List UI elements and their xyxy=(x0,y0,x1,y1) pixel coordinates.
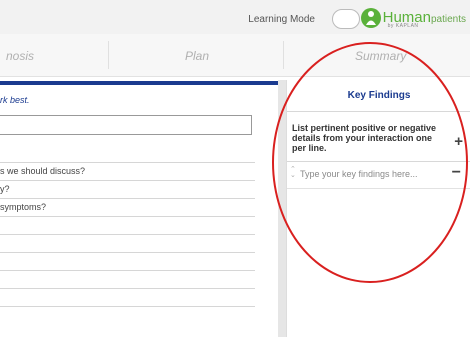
learning-mode-toggle[interactable] xyxy=(332,9,360,29)
questions-panel: rk best. s we should discuss? y? symptom… xyxy=(0,85,278,337)
key-finding-input[interactable] xyxy=(300,167,435,181)
list-item[interactable]: symptoms? xyxy=(0,199,255,217)
list-item[interactable] xyxy=(0,145,255,163)
list-item[interactable] xyxy=(0,271,255,289)
key-findings-instruction: List pertinent positive or negative deta… xyxy=(292,123,437,153)
person-logo-icon xyxy=(360,8,381,28)
tab-summary[interactable]: Summary xyxy=(355,49,406,63)
tab-divider xyxy=(108,41,109,69)
finding-row: ⌃⌄ − xyxy=(287,164,470,186)
divider xyxy=(287,188,470,189)
list-item[interactable] xyxy=(0,289,255,307)
list-item[interactable]: s we should discuss? xyxy=(0,163,255,181)
panel-instruction: rk best. xyxy=(0,95,30,105)
list-item[interactable] xyxy=(0,235,255,253)
panel-splitter[interactable] xyxy=(278,80,286,337)
step-tabs: nosis Plan Summary xyxy=(0,34,470,77)
learning-mode-label: Learning Mode xyxy=(248,14,315,25)
divider xyxy=(287,111,470,112)
question-list: s we should discuss? y? symptoms? xyxy=(0,145,255,307)
add-finding-button[interactable]: + xyxy=(454,133,463,150)
list-item[interactable] xyxy=(0,253,255,271)
logo-byline: by KAPLAN xyxy=(387,23,419,29)
logo-suffix: patients xyxy=(430,13,466,25)
remove-finding-button[interactable]: − xyxy=(452,164,461,182)
divider xyxy=(287,161,470,162)
list-item[interactable] xyxy=(0,217,255,235)
humanpatients-logo: Humanpatients by KAPLAN xyxy=(360,5,466,31)
top-bar: Learning Mode Humanpatients by KAPLAN xyxy=(0,0,470,34)
answer-textbox[interactable] xyxy=(0,115,252,135)
tab-diagnosis[interactable]: nosis xyxy=(6,49,34,63)
tab-divider xyxy=(283,41,284,69)
key-findings-panel: Key Findings List pertinent positive or … xyxy=(286,80,470,337)
list-item[interactable]: y? xyxy=(0,181,255,199)
key-findings-title: Key Findings xyxy=(347,90,411,101)
tab-plan[interactable]: Plan xyxy=(185,49,209,63)
drag-handle-icon[interactable]: ⌃ ⌄ xyxy=(290,166,296,179)
